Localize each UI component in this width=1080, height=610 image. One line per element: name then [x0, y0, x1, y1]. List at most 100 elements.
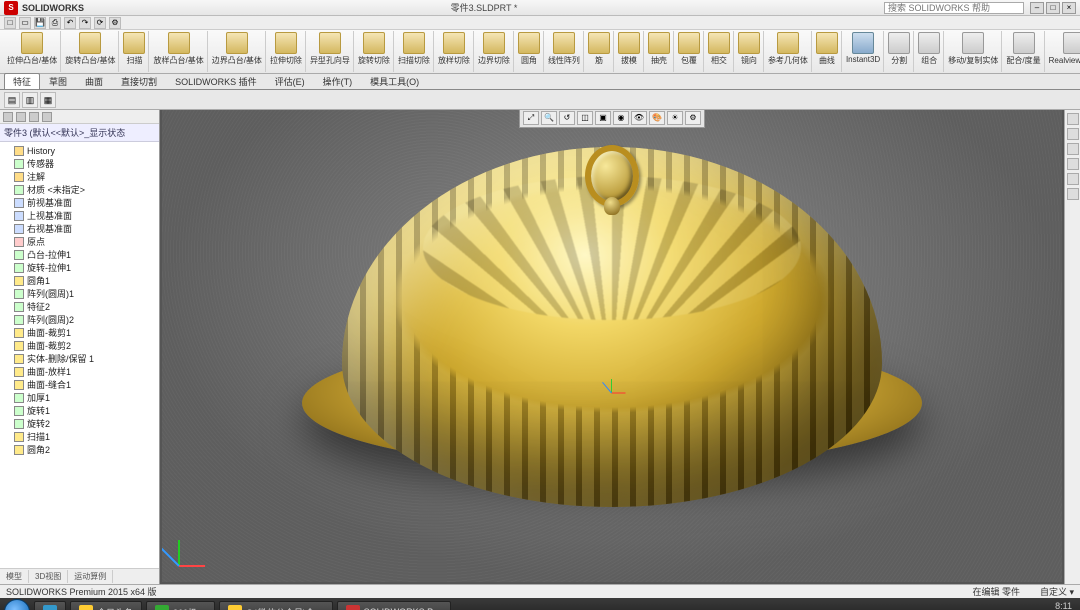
panel-bottom-tab[interactable]: 3D视图 — [29, 570, 68, 583]
command-tab[interactable]: 操作(T) — [314, 73, 362, 89]
tree-node[interactable]: 曲面-放样1 — [0, 365, 159, 378]
open-file-icon[interactable]: ▭ — [19, 17, 31, 29]
ribbon-command[interactable]: 移动/复制实体 — [945, 31, 1002, 72]
ribbon-command[interactable]: 曲线 — [813, 31, 842, 72]
tree-node[interactable]: 曲面-裁剪2 — [0, 339, 159, 352]
tree-node[interactable]: 原点 — [0, 235, 159, 248]
panel-bottom-tab[interactable]: 模型 — [0, 570, 29, 583]
tree-node[interactable]: 凸台-拉伸1 — [0, 248, 159, 261]
taskbar-item[interactable]: 360极… — [146, 601, 215, 610]
appearances-icon[interactable] — [1067, 173, 1079, 185]
ribbon-command[interactable]: 抽壳 — [645, 31, 674, 72]
ribbon-command[interactable]: 圆角 — [515, 31, 544, 72]
system-tray[interactable]: 8:11 2018/8/17 — [1032, 601, 1076, 610]
ribbon-command[interactable]: 线性阵列 — [545, 31, 584, 72]
tree-node[interactable]: 传感器 — [0, 157, 159, 170]
property-manager-icon[interactable]: ▥ — [22, 92, 38, 108]
ribbon-command[interactable]: 扫描 — [120, 31, 149, 72]
ribbon-command[interactable]: 边界凸台/基体 — [209, 31, 266, 72]
resources-icon[interactable] — [1067, 113, 1079, 125]
tree-node[interactable]: 旋转-拉伸1 — [0, 261, 159, 274]
tree-node[interactable]: 旋转1 — [0, 404, 159, 417]
ribbon-command[interactable]: 扫描切除 — [395, 31, 434, 72]
start-button[interactable] — [4, 599, 30, 610]
print-icon[interactable]: ⎙ — [49, 17, 61, 29]
maximize-button[interactable]: □ — [1046, 2, 1060, 14]
tree-node[interactable]: 阵列(圆周)1 — [0, 287, 159, 300]
tree-node[interactable]: 实体-删除/保留 1 — [0, 352, 159, 365]
config-manager-icon[interactable]: ▦ — [40, 92, 56, 108]
ribbon-command[interactable]: 边界切除 — [475, 31, 514, 72]
tree-node[interactable]: 前视基准面 — [0, 196, 159, 209]
options-icon[interactable]: ⚙ — [109, 17, 121, 29]
tree-root[interactable]: 零件3 (默认<<默认>_显示状态 — [0, 124, 159, 142]
minimize-button[interactable]: – — [1030, 2, 1044, 14]
tree-node[interactable]: 特征2 — [0, 300, 159, 313]
tree-node[interactable]: 圆角2 — [0, 443, 159, 456]
previous-view-icon[interactable]: ↺ — [559, 111, 575, 125]
tree-node[interactable]: 扫描1 — [0, 430, 159, 443]
tree-node[interactable]: 曲面-裁剪1 — [0, 326, 159, 339]
hide-show-icon[interactable]: 👁 — [631, 111, 647, 125]
ribbon-command[interactable]: 组合 — [915, 31, 944, 72]
ribbon-command[interactable]: 拉伸凸台/基体 — [4, 31, 61, 72]
section-view-icon[interactable]: ◫ — [577, 111, 593, 125]
new-file-icon[interactable]: □ — [4, 17, 16, 29]
panel-tab-icon[interactable] — [42, 112, 52, 122]
taskbar-item[interactable]: SOLIDWORKS P… — [337, 601, 452, 610]
tree-node[interactable]: 右视基准面 — [0, 222, 159, 235]
ribbon-command[interactable]: 拉伸切除 — [267, 31, 306, 72]
undo-icon[interactable]: ↶ — [64, 17, 76, 29]
view-settings-icon[interactable]: ⚙ — [685, 111, 701, 125]
tree-node[interactable]: 旋转2 — [0, 417, 159, 430]
file-explorer-icon[interactable] — [1067, 143, 1079, 155]
ribbon-command[interactable]: 放样凸台/基体 — [150, 31, 207, 72]
ribbon-command[interactable]: 筋 — [585, 31, 614, 72]
tree-node[interactable]: History — [0, 144, 159, 157]
ribbon-command[interactable]: Instant3D — [843, 31, 884, 72]
graphics-viewport[interactable]: ⤢ 🔍 ↺ ◫ ▣ ◉ 👁 🎨 ☀ ⚙ — [160, 110, 1064, 584]
zoom-area-icon[interactable]: 🔍 — [541, 111, 557, 125]
panel-tab-icon[interactable] — [29, 112, 39, 122]
edit-appearance-icon[interactable]: 🎨 — [649, 111, 665, 125]
rebuild-icon[interactable]: ⟳ — [94, 17, 106, 29]
ribbon-command[interactable]: 异型孔向导 — [307, 31, 354, 72]
ribbon-command[interactable]: 包覆 — [675, 31, 704, 72]
close-button[interactable]: × — [1062, 2, 1076, 14]
tree-node[interactable]: 上视基准面 — [0, 209, 159, 222]
ribbon-command[interactable]: 镜向 — [735, 31, 764, 72]
tree-node[interactable]: 圆角1 — [0, 274, 159, 287]
view-palette-icon[interactable] — [1067, 158, 1079, 170]
panel-tab-icon[interactable] — [16, 112, 26, 122]
command-tab[interactable]: 直接切割 — [112, 73, 166, 89]
command-tab[interactable]: SOLIDWORKS 插件 — [166, 73, 266, 89]
apply-scene-icon[interactable]: ☀ — [667, 111, 683, 125]
ribbon-command[interactable]: 旋转凸台/基体 — [62, 31, 119, 72]
display-style-icon[interactable]: ◉ — [613, 111, 629, 125]
help-search-input[interactable] — [884, 2, 1024, 14]
ribbon-command[interactable]: 旋转切除 — [355, 31, 394, 72]
ribbon-command[interactable]: 放样切除 — [435, 31, 474, 72]
ribbon-command[interactable]: 分割 — [885, 31, 914, 72]
save-icon[interactable]: 💾 — [34, 17, 46, 29]
feature-manager-icon[interactable]: ▤ — [4, 92, 20, 108]
ribbon-command[interactable]: 相交 — [705, 31, 734, 72]
ribbon-command[interactable]: 拔模 — [615, 31, 644, 72]
view-orientation-icon[interactable]: ▣ — [595, 111, 611, 125]
tree-node[interactable]: 曲面-缝合1 — [0, 378, 159, 391]
panel-bottom-tab[interactable]: 运动算例 — [68, 570, 113, 583]
design-library-icon[interactable] — [1067, 128, 1079, 140]
tree-node[interactable]: 材质 <未指定> — [0, 183, 159, 196]
command-tab[interactable]: 草图 — [40, 73, 76, 89]
zoom-fit-icon[interactable]: ⤢ — [523, 111, 539, 125]
reference-triad[interactable] — [172, 526, 218, 572]
ribbon-command[interactable]: Realview 图形 — [1046, 31, 1080, 72]
taskbar-item[interactable]: 今日头条 — [70, 601, 142, 610]
tree-node[interactable]: 阵列(圆周)2 — [0, 313, 159, 326]
command-tab[interactable]: 曲面 — [76, 73, 112, 89]
panel-tab-icon[interactable] — [3, 112, 13, 122]
tree-node[interactable]: 加厚1 — [0, 391, 159, 404]
custom-properties-icon[interactable] — [1067, 188, 1079, 200]
redo-icon[interactable]: ↷ — [79, 17, 91, 29]
status-custom-menu[interactable]: 自定义 ▾ — [1040, 585, 1074, 598]
